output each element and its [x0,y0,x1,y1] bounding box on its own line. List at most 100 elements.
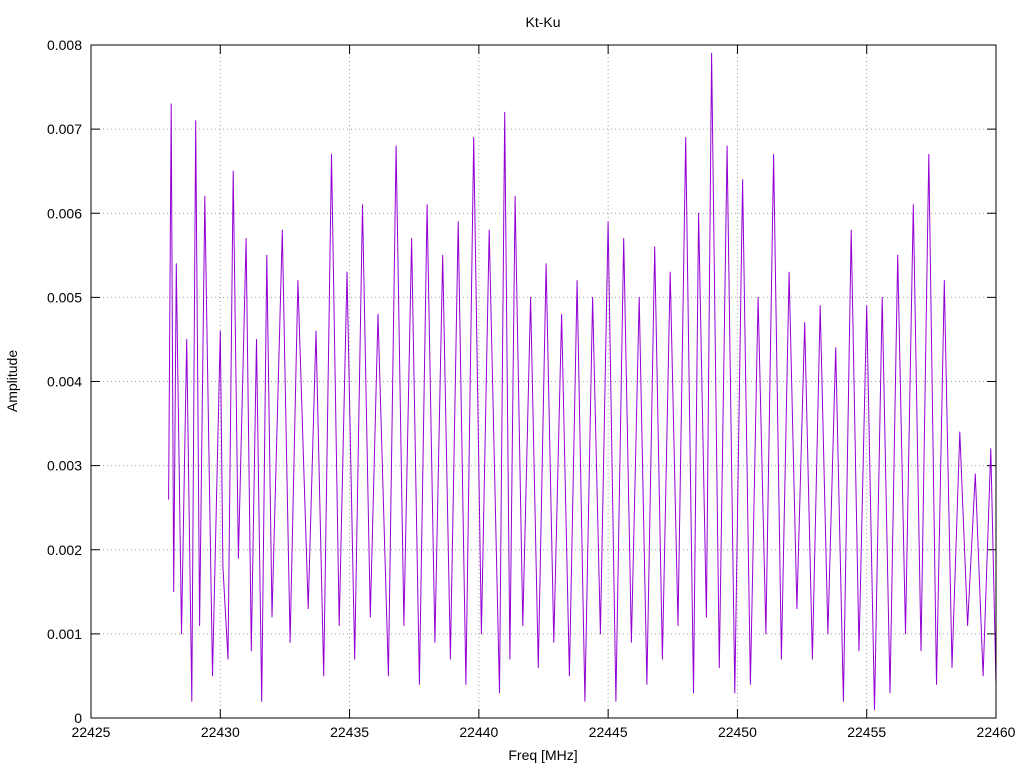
data-point [757,296,759,298]
data-point [661,658,663,660]
data-point [504,111,506,113]
data-point [362,204,363,206]
x-tick-label: 22425 [72,724,111,740]
x-axis-label: Freq [MHz] [508,747,577,763]
data-point [256,338,257,340]
data-point [912,204,914,206]
data-point [289,641,291,643]
data-point [331,153,332,155]
data-point [237,557,239,559]
y-tick-label: 0.003 [47,458,82,474]
data-point [457,221,459,223]
data-point [584,700,586,702]
data-point [323,675,325,677]
data-point [646,683,648,685]
data-point [951,667,953,668]
data-point [734,692,736,694]
data-point [411,238,413,239]
data-point [434,641,436,643]
data-point [473,137,475,138]
data-point [623,238,625,239]
data-point [480,633,482,635]
data-point [773,153,775,155]
data-point [245,238,247,239]
data-point [449,658,451,660]
data-point [204,195,206,197]
chart-background [0,0,1024,768]
data-point [866,305,868,307]
data-point [395,145,397,147]
data-point [780,658,782,660]
data-point [749,683,751,685]
data-point [514,195,516,197]
data-point [693,692,694,694]
y-tick-label: 0.005 [47,289,82,305]
data-point [403,625,405,626]
x-tick-label: 22445 [589,724,628,740]
data-point [850,229,852,231]
data-point [835,347,837,349]
data-point [173,591,175,593]
data-point [677,625,679,626]
data-point [889,692,891,694]
data-point [186,338,188,340]
data-point [607,221,609,223]
data-point [936,683,937,685]
data-point [943,280,945,282]
data-point [654,246,656,248]
data-point [669,271,671,273]
data-point [974,473,976,475]
data-point [488,229,490,231]
x-tick-label: 22450 [718,724,757,740]
data-point [175,263,177,265]
x-tick-label: 22460 [977,724,1016,740]
data-point [250,650,252,652]
data-point [698,212,700,214]
data-point [827,633,829,635]
data-point [561,313,563,315]
data-point [568,675,570,677]
data-point [227,658,229,660]
data-point [222,566,224,568]
data-point [418,683,420,685]
data-point [553,641,555,643]
y-tick-label: 0.007 [47,121,82,137]
data-point [195,120,197,122]
data-point [804,322,806,324]
x-tick-label: 22430 [201,724,240,740]
data-point [842,700,844,702]
data-point [168,498,170,500]
data-point [522,625,524,626]
data-point [271,616,273,618]
data-point [796,608,798,610]
data-point [638,296,640,298]
data-point [788,271,790,273]
line-chart: 00.0010.0020.0030.0040.0050.0060.0070.00… [0,0,1024,768]
data-point [307,608,309,610]
x-tick-label: 22455 [847,724,886,740]
y-tick-label: 0.001 [47,626,82,642]
data-point [928,153,930,155]
data-point [377,313,379,315]
data-point [881,296,883,298]
data-point [742,179,744,181]
data-point [232,170,234,172]
data-point [705,616,707,618]
data-point [599,633,601,635]
data-point [819,305,821,307]
x-tick-label: 22435 [330,724,369,740]
data-point [354,658,356,660]
data-point [920,650,922,652]
data-point [266,254,268,256]
data-point [576,280,578,282]
data-point [765,633,767,635]
chart-title: Kt-Ku [525,14,560,30]
y-tick-label: 0.002 [47,542,82,558]
data-point [465,683,467,685]
chart: 0 0.001 0.002 0.003 0.004 0.005 0.006 0.007 0.00… [0,0,1024,768]
data-point [967,625,969,626]
data-point [726,145,728,147]
data-point [905,633,906,635]
data-point [170,103,172,105]
data-point [592,296,594,298]
